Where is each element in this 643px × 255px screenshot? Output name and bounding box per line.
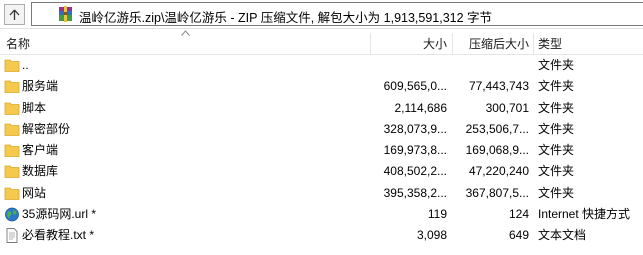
file-size: 408,502,2... [383, 164, 447, 179]
folder-icon [4, 166, 20, 179]
file-packed-size: 300,701 [485, 100, 529, 115]
winrar-archive-icon [59, 6, 72, 22]
list-item[interactable]: 解密部份 328,073,9... 253,506,7... 文件夹 [0, 119, 643, 140]
list-item[interactable]: .. 文件夹 [0, 55, 643, 76]
column-divider[interactable] [533, 33, 534, 55]
file-name: 必看教程.txt * [22, 228, 95, 243]
file-type: 文本文档 [538, 228, 587, 243]
list-item[interactable]: 脚本 2,114,686 300,701 文件夹 [0, 98, 643, 119]
column-packed-header[interactable]: 压缩后大小 [469, 33, 529, 55]
file-type: 文件夹 [538, 164, 575, 179]
file-name: 客户端 [22, 143, 59, 158]
address-path: 温岭亿游乐.zip\温岭亿游乐 - ZIP 压缩文件, 解包大小为 1,913,… [79, 11, 493, 25]
column-header: 名称 大小 压缩后大小 类型 [0, 33, 643, 55]
file-packed-size: 124 [508, 207, 529, 222]
file-name: 解密部份 [22, 121, 71, 136]
address-bar: 温岭亿游乐.zip\温岭亿游乐 - ZIP 压缩文件, 解包大小为 1,913,… [0, 0, 643, 29]
folder-icon [4, 80, 20, 94]
file-type: 文件夹 [538, 79, 575, 94]
file-packed-size: 649 [508, 228, 529, 243]
file-type: 文件夹 [538, 100, 575, 115]
up-folder-button[interactable] [4, 4, 25, 25]
list-item[interactable]: 数据库 408,502,2... 47,220,240 文件夹 [0, 161, 643, 182]
column-name-header[interactable]: 名称 [6, 33, 30, 55]
file-size: 2,114,686 [394, 100, 448, 115]
file-list: .. 文件夹 服务端 609,565,0... 77,443,743 文件夹 脚… [0, 55, 643, 247]
file-size: 119 [427, 207, 447, 222]
folder-icon [4, 144, 20, 158]
file-size: 3,098 [416, 228, 447, 243]
column-size-header[interactable]: 大小 [423, 33, 447, 55]
text-file-icon [6, 228, 18, 244]
list-item[interactable]: 网站 395,358,2... 367,807,5... 文件夹 [0, 183, 643, 204]
file-packed-size: 169,068,9... [465, 143, 529, 158]
file-type: 文件夹 [538, 185, 575, 200]
file-name: 服务端 [22, 79, 59, 94]
file-type: 文件夹 [538, 143, 575, 158]
sort-ascending-icon [181, 30, 190, 36]
list-item[interactable]: 客户端 169,973,8... 169,068,9... 文件夹 [0, 140, 643, 161]
file-size: 395,358,2... [383, 185, 447, 200]
folder-icon [4, 123, 20, 136]
column-type-header[interactable]: 类型 [538, 33, 562, 55]
file-name: 数据库 [22, 164, 59, 179]
folder-icon [4, 59, 20, 72]
folder-icon [4, 102, 20, 115]
arrow-up-icon [9, 9, 20, 20]
file-size: 609,565,0... [383, 79, 447, 94]
list-item[interactable]: 服务端 609,565,0... 77,443,743 文件夹 [0, 76, 643, 97]
folder-icon [4, 187, 20, 200]
list-item[interactable]: 35源码网.url * 119 124 Internet 快捷方式 [0, 204, 643, 225]
file-name: .. [22, 58, 29, 72]
file-type: 文件夹 [538, 121, 575, 136]
list-item[interactable]: 必看教程.txt * 3,098 649 文本文档 [0, 225, 643, 246]
file-type: 文件夹 [538, 58, 575, 72]
column-divider[interactable] [370, 33, 371, 55]
file-name: 网站 [22, 185, 47, 200]
file-packed-size: 367,807,5... [465, 185, 529, 200]
file-name: 35源码网.url * [22, 207, 97, 222]
column-divider[interactable] [452, 33, 453, 55]
file-packed-size: 253,506,7... [465, 121, 529, 136]
file-type: Internet 快捷方式 [538, 207, 631, 222]
globe-icon [5, 207, 19, 222]
file-packed-size: 77,443,743 [468, 79, 529, 94]
file-size: 328,073,9... [383, 121, 447, 136]
file-name: 脚本 [22, 100, 47, 115]
file-size: 169,973,8... [383, 143, 447, 158]
file-packed-size: 47,220,240 [468, 164, 529, 179]
